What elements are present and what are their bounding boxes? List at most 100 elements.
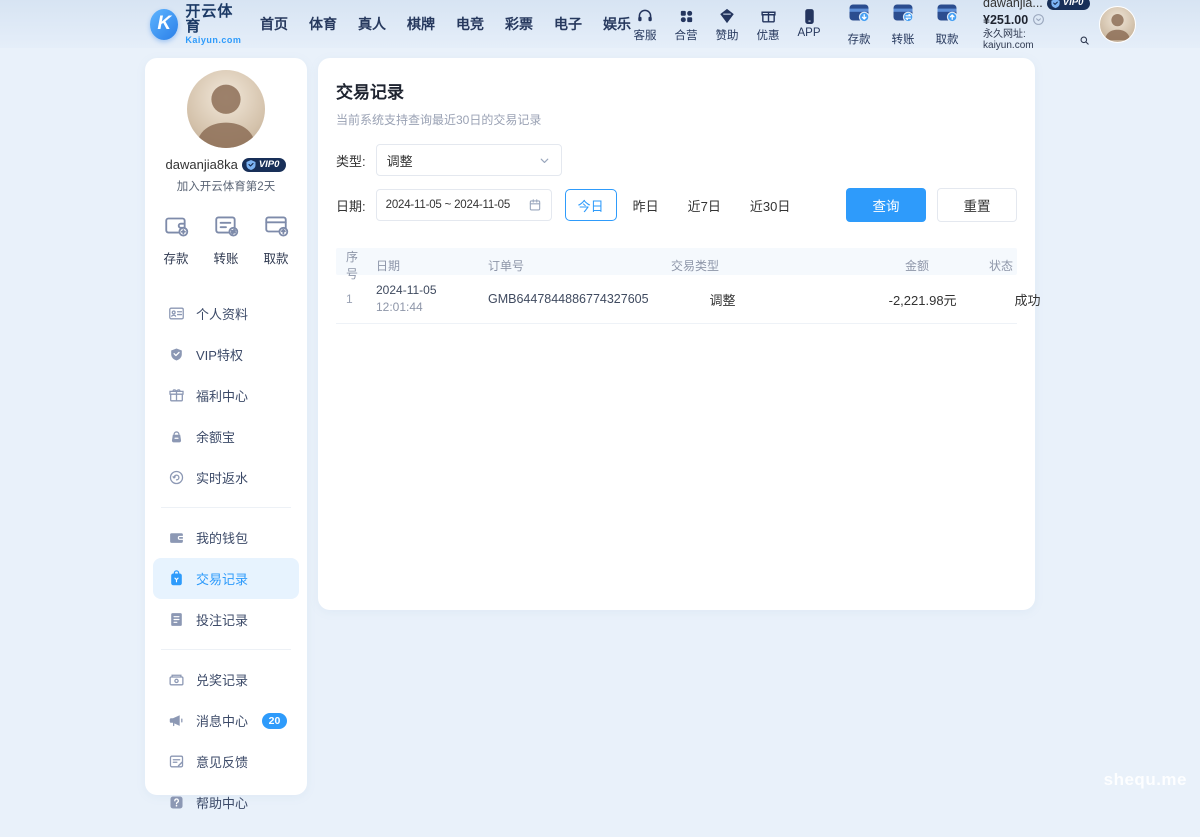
sidebar-item-help[interactable]: 帮助中心 <box>153 782 299 823</box>
menu-divider <box>161 649 291 650</box>
wallet-icon <box>168 529 185 546</box>
col-header-amount: 金额 <box>765 257 933 274</box>
message-count-badge: 20 <box>262 713 287 729</box>
sidebar-transfer-button[interactable]: 转账 <box>213 212 239 267</box>
partners-icon <box>678 6 695 25</box>
calendar-icon <box>528 198 542 212</box>
nav-item-entertainment[interactable]: 娱乐 <box>603 14 631 34</box>
sidebar-item-prizes[interactable]: 兑奖记录 <box>153 659 299 700</box>
transactions-table: 序号 日期 订单号 交易类型 金额 状态 1 2024-11-05 12:01:… <box>336 248 1017 324</box>
prize-record-icon <box>168 671 185 688</box>
sidebar-item-bets[interactable]: 投注记录 <box>153 599 299 640</box>
range-today-button[interactable]: 今日 <box>565 189 617 221</box>
range-yesterday-button[interactable]: 昨日 <box>620 189 672 221</box>
col-header-order: 订单号 <box>484 257 625 274</box>
brand-logo[interactable]: K 开云体育 Kaiyun.com <box>150 4 244 45</box>
permanent-url: 永久网址: kaiyun.com <box>983 29 1077 52</box>
type-filter-row: 类型: 调整 <box>336 144 1017 176</box>
date-range-input[interactable]: 2024-11-05 ~ 2024-11-05 <box>376 189 552 221</box>
sidebar-item-messages[interactable]: 消息中心 20 <box>153 700 299 741</box>
sidebar-item-feedback[interactable]: 意见反馈 <box>153 741 299 782</box>
joined-days-text: 加入开云体育第2天 <box>145 178 307 194</box>
sidebar-withdraw-button[interactable]: 取款 <box>263 212 289 267</box>
transfer-icon <box>213 212 239 243</box>
rebate-icon <box>168 469 185 486</box>
megaphone-icon <box>168 712 185 729</box>
sidebar-item-wallet[interactable]: 我的钱包 <box>153 517 299 558</box>
app-download-link[interactable]: APP <box>795 6 823 39</box>
row-transaction-type: 调整 <box>653 290 793 309</box>
customer-service-link[interactable]: 客服 <box>631 6 659 43</box>
row-index: 1 <box>336 292 372 306</box>
sidebar-wallet-actions: 存款 转账 取款 <box>145 212 307 267</box>
sidebar-menu: 个人资料 VIP特权 福利中心 余额宝 <box>145 293 307 837</box>
date-filter-row: 日期: 2024-11-05 ~ 2024-11-05 今日 昨日 近7日 近3… <box>336 188 1017 222</box>
search-icon[interactable] <box>1079 35 1090 46</box>
vip-shield-icon <box>1050 0 1061 9</box>
sidebar-item-rebate[interactable]: 实时返水 <box>153 457 299 498</box>
brand-domain: Kaiyun.com <box>185 36 244 45</box>
headset-icon <box>636 6 654 25</box>
promotions-link[interactable]: 优惠 <box>754 6 782 43</box>
date-label: 日期: <box>336 196 366 215</box>
page-subtitle: 当前系统支持查询最近30日的交易记录 <box>336 111 1017 128</box>
feedback-icon <box>168 753 185 770</box>
sidebar-item-transactions[interactable]: 交易记录 <box>153 558 299 599</box>
sidebar-item-welfare[interactable]: 福利中心 <box>153 375 299 416</box>
brand-mark-icon: K <box>150 9 178 40</box>
profile-avatar[interactable] <box>187 70 265 148</box>
row-amount: -2,221.98元 <box>793 290 961 309</box>
topbar: K 开云体育 Kaiyun.com 首页 体育 真人 棋牌 电竞 彩票 电子 娱… <box>0 0 1200 48</box>
row-order-number: GMB6447844886774327605 <box>484 292 653 306</box>
quick-range-group: 今日 昨日 近7日 近30日 <box>565 189 804 221</box>
sidebar-deposit-button[interactable]: 存款 <box>163 212 189 267</box>
sidebar: dawanjia8ka VIP0 加入开云体育第2天 存款 转账 <box>145 58 307 795</box>
query-button[interactable]: 查询 <box>846 188 926 222</box>
type-label: 类型: <box>336 151 366 170</box>
menu-divider <box>161 507 291 508</box>
row-status: 成功 <box>961 290 1045 309</box>
col-header-no: 序号 <box>336 248 372 282</box>
sidebar-item-profile[interactable]: 个人资料 <box>153 293 299 334</box>
nav-item-live[interactable]: 真人 <box>358 14 386 34</box>
deposit-icon <box>163 212 189 243</box>
help-icon <box>168 794 185 811</box>
nav-item-sports[interactable]: 体育 <box>309 14 337 34</box>
diamond-icon <box>718 6 736 25</box>
topbar-user[interactable]: dawanjia... VIP0 ¥251.00 永久网址: kaiyu <box>983 0 1136 52</box>
page-title: 交易记录 <box>336 78 1017 103</box>
withdraw-card-icon <box>935 1 959 30</box>
sidebar-item-vip[interactable]: VIP特权 <box>153 334 299 375</box>
deposit-card-icon <box>847 1 871 30</box>
page: K 开云体育 Kaiyun.com 首页 体育 真人 棋牌 电竞 彩票 电子 娱… <box>0 0 1200 807</box>
type-select[interactable]: 调整 <box>376 144 562 176</box>
transfer-link[interactable]: 转账 <box>887 1 919 47</box>
money-pot-icon <box>168 428 185 445</box>
deposit-link[interactable]: 存款 <box>843 1 875 47</box>
partnership-link[interactable]: 合营 <box>672 6 700 43</box>
id-card-icon <box>168 305 185 322</box>
balance-refresh-icon[interactable] <box>1032 13 1045 26</box>
sponsor-link[interactable]: 赞助 <box>713 6 741 43</box>
nav-item-esports[interactable]: 电竞 <box>456 14 484 34</box>
withdraw-link[interactable]: 取款 <box>931 1 963 47</box>
col-header-type: 交易类型 <box>625 257 765 274</box>
nav-item-slots[interactable]: 电子 <box>554 14 582 34</box>
transfer-card-icon <box>891 1 915 30</box>
withdraw-icon <box>263 212 289 243</box>
profile-vip-badge[interactable]: VIP0 <box>242 158 287 172</box>
nav-item-home[interactable]: 首页 <box>260 14 288 34</box>
range-30days-button[interactable]: 近30日 <box>737 189 803 221</box>
sidebar-item-yuebao[interactable]: 余额宝 <box>153 416 299 457</box>
col-header-date: 日期 <box>372 257 484 274</box>
profile-username: dawanjia8ka <box>166 157 238 172</box>
range-7days-button[interactable]: 近7日 <box>675 189 734 221</box>
user-avatar[interactable] <box>1099 6 1136 43</box>
row-datetime: 2024-11-05 12:01:44 <box>372 282 484 317</box>
nav-item-lottery[interactable]: 彩票 <box>505 14 533 34</box>
nav-item-board-games[interactable]: 棋牌 <box>407 14 435 34</box>
topbar-username: dawanjia... <box>983 0 1043 11</box>
phone-icon <box>801 6 818 25</box>
reset-button[interactable]: 重置 <box>937 188 1017 222</box>
vip-badge: VIP0 <box>1047 0 1091 10</box>
